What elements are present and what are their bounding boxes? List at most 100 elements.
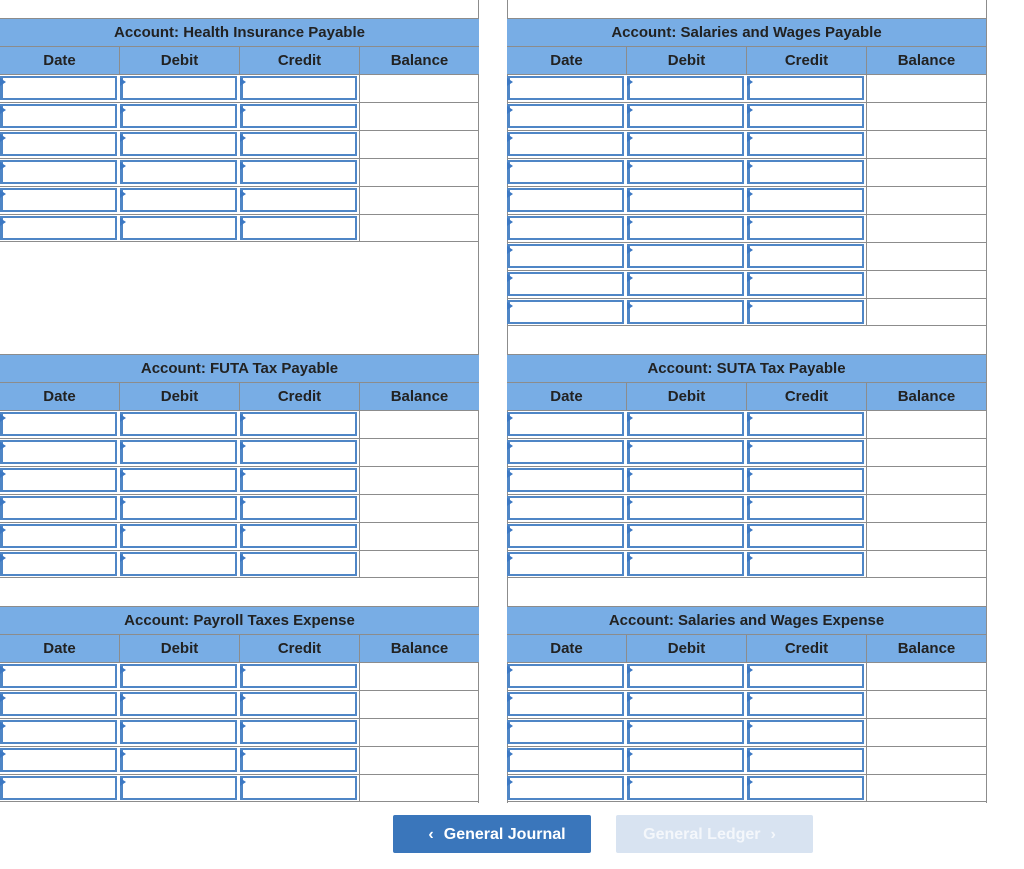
credit-input[interactable] [747,412,864,436]
date-input[interactable] [0,76,117,100]
credit-input[interactable] [747,188,864,212]
date-input[interactable] [507,720,624,744]
credit-input[interactable] [747,692,864,716]
date-input[interactable] [507,748,624,772]
debit-input[interactable] [627,468,744,492]
credit-input[interactable] [747,272,864,296]
debit-input[interactable] [627,524,744,548]
debit-input[interactable] [627,748,744,772]
credit-input[interactable] [747,76,864,100]
date-input[interactable] [507,132,624,156]
date-input[interactable] [0,188,117,212]
date-input[interactable] [507,776,624,800]
debit-input[interactable] [120,216,237,240]
debit-input[interactable] [627,300,744,324]
credit-input[interactable] [747,776,864,800]
date-input[interactable] [507,244,624,268]
date-input[interactable] [0,412,117,436]
debit-input[interactable] [627,104,744,128]
credit-input[interactable] [747,132,864,156]
debit-input[interactable] [627,216,744,240]
debit-input[interactable] [120,188,237,212]
credit-input[interactable] [240,468,357,492]
debit-input[interactable] [627,244,744,268]
debit-input[interactable] [120,776,237,800]
debit-input[interactable] [120,132,237,156]
credit-input[interactable] [747,720,864,744]
debit-input[interactable] [627,552,744,576]
credit-input[interactable] [747,496,864,520]
debit-input[interactable] [627,76,744,100]
date-input[interactable] [0,160,117,184]
credit-input[interactable] [747,300,864,324]
date-input[interactable] [0,692,117,716]
credit-input[interactable] [240,720,357,744]
date-input[interactable] [507,496,624,520]
credit-input[interactable] [240,412,357,436]
debit-input[interactable] [627,496,744,520]
debit-input[interactable] [627,664,744,688]
credit-input[interactable] [747,104,864,128]
date-input[interactable] [507,664,624,688]
date-input[interactable] [507,524,624,548]
date-input[interactable] [507,300,624,324]
date-input[interactable] [507,440,624,464]
credit-input[interactable] [240,692,357,716]
debit-input[interactable] [627,188,744,212]
credit-input[interactable] [747,552,864,576]
credit-input[interactable] [747,216,864,240]
debit-input[interactable] [627,440,744,464]
debit-input[interactable] [120,524,237,548]
debit-input[interactable] [627,776,744,800]
date-input[interactable] [0,776,117,800]
date-input[interactable] [507,552,624,576]
credit-input[interactable] [240,776,357,800]
debit-input[interactable] [120,440,237,464]
date-input[interactable] [0,104,117,128]
debit-input[interactable] [627,132,744,156]
date-input[interactable] [507,692,624,716]
debit-input[interactable] [120,496,237,520]
date-input[interactable] [507,188,624,212]
date-input[interactable] [0,216,117,240]
credit-input[interactable] [240,132,357,156]
debit-input[interactable] [627,160,744,184]
date-input[interactable] [0,440,117,464]
credit-input[interactable] [747,748,864,772]
date-input[interactable] [0,132,117,156]
credit-input[interactable] [240,552,357,576]
credit-input[interactable] [747,244,864,268]
date-input[interactable] [507,468,624,492]
credit-input[interactable] [240,76,357,100]
credit-input[interactable] [240,104,357,128]
date-input[interactable] [507,160,624,184]
debit-input[interactable] [627,720,744,744]
credit-input[interactable] [240,524,357,548]
date-input[interactable] [507,412,624,436]
date-input[interactable] [507,76,624,100]
debit-input[interactable] [627,272,744,296]
debit-input[interactable] [120,552,237,576]
debit-input[interactable] [120,664,237,688]
date-input[interactable] [0,524,117,548]
date-input[interactable] [507,216,624,240]
credit-input[interactable] [747,160,864,184]
date-input[interactable] [507,272,624,296]
debit-input[interactable] [627,692,744,716]
debit-input[interactable] [120,412,237,436]
credit-input[interactable] [240,440,357,464]
debit-input[interactable] [120,692,237,716]
general-journal-button[interactable]: ‹ General Journal [393,815,591,853]
credit-input[interactable] [747,664,864,688]
credit-input[interactable] [240,496,357,520]
date-input[interactable] [0,664,117,688]
debit-input[interactable] [120,748,237,772]
credit-input[interactable] [747,468,864,492]
credit-input[interactable] [240,216,357,240]
debit-input[interactable] [120,104,237,128]
credit-input[interactable] [240,188,357,212]
credit-input[interactable] [240,664,357,688]
date-input[interactable] [0,720,117,744]
date-input[interactable] [507,104,624,128]
credit-input[interactable] [747,524,864,548]
